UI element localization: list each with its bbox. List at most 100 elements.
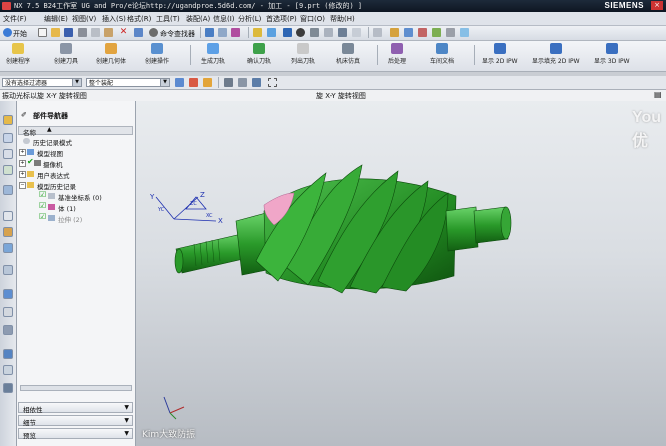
watermark-bottom: Kim大致防振 [142,430,196,440]
edge-display-icon[interactable] [324,28,333,37]
system-materials-tab-icon[interactable] [3,365,13,375]
preview-label: 预览 [23,432,36,440]
standard-toolbar: 开始 ✕ 命令查找器 [0,26,666,41]
generate-toolpath-button[interactable]: 生成刀轨 [201,43,225,65]
selection-mode-icon[interactable] [224,78,233,87]
copy-icon[interactable] [91,28,100,37]
layer-icon[interactable] [231,28,240,37]
shaded-icon[interactable] [296,28,305,37]
horizontal-scrollbar[interactable] [20,385,132,391]
color-icon[interactable] [432,28,441,37]
menu-help[interactable]: 帮助(H) [330,14,355,24]
snap-point-icon[interactable] [189,78,198,87]
dependencies-panel[interactable]: 相依性 ▼ [18,402,133,414]
background-icon[interactable] [352,28,361,37]
manufacturing-wizard-tab-icon[interactable] [3,307,13,317]
assembly-scope-dropdown[interactable]: 整个装配 ▼ [86,78,170,87]
open-folder-icon[interactable] [51,28,60,37]
machine-simulation-button[interactable]: 机床仿真 [336,43,360,65]
rectangle-select-icon[interactable] [268,78,277,87]
shop-docs-button[interactable]: 车间文档 [430,43,454,65]
snapshot-icon[interactable] [446,28,455,37]
system-scenes-tab-icon[interactable] [3,349,13,359]
show-3d-ipw-icon [605,43,618,54]
postprocess-button[interactable]: 后处理 [388,43,406,65]
zoom-icon[interactable] [218,28,227,37]
fit-view-icon[interactable] [205,28,214,37]
name-column-label: 名称 [23,129,36,137]
wireframe-icon[interactable] [310,28,319,37]
constraint-navigator-tab-icon[interactable] [3,149,13,159]
status-menu-icon[interactable]: ▤ [654,90,662,99]
finder-icon[interactable] [149,28,158,37]
menu-assembly[interactable]: 装配(A) [186,14,210,24]
create-operation-button[interactable]: 创建操作 [145,43,169,65]
verify-toolpath-button[interactable]: 确认刀轨 [247,43,271,65]
machine-tool-navigator-tab-icon[interactable] [3,185,13,195]
menu-info[interactable]: 信息(I) [213,14,235,24]
show-3d-ipw-button[interactable]: 显示 3D IPW [594,43,630,65]
assembly-icon[interactable] [390,28,399,37]
history-tab-icon[interactable] [3,265,13,275]
cut-icon[interactable] [78,28,87,37]
type-filter-dropdown[interactable]: 没有选择过滤器 ▼ [2,78,82,87]
show-fill-2d-ipw-button[interactable]: 显示填充 2D IPW [532,43,580,65]
delete-icon[interactable]: ✕ [119,28,128,37]
menu-view[interactable]: 视图(V) [72,14,96,24]
start-button[interactable]: 开始 [13,29,27,39]
menu-window[interactable]: 窗口(O) [300,14,325,24]
select-filter-icon[interactable] [175,78,184,87]
select-box-icon[interactable] [203,78,212,87]
watermark-top: You 优 [632,109,662,150]
hd3d-tools-tab-icon[interactable] [3,227,13,237]
assembly-navigator-tab-icon[interactable] [3,133,13,143]
menu-format[interactable]: 格式(R) [127,14,151,24]
expand-icon[interactable]: + [19,149,26,156]
menu-file[interactable]: 文件(F) [3,14,27,24]
column-header[interactable]: 名称 ▲ [18,126,133,137]
reuse-library-tab-icon[interactable] [3,211,13,221]
close-button[interactable]: × [651,1,663,10]
command-finder-button[interactable]: 命令查找器 [160,29,195,39]
create-tool-button[interactable]: 创建刀具 [54,43,78,65]
graphics-window[interactable]: Y Z X YC ZC XC You 优 Kim大致防振 [136,101,666,446]
preview-panel[interactable]: 预览 ▼ [18,428,133,440]
palette-tab-icon[interactable] [3,383,13,393]
menu-edit[interactable]: 编辑(E) [44,14,68,24]
pin-icon[interactable]: ✐ [21,111,27,119]
help-icon[interactable] [460,28,469,37]
measure-icon[interactable] [418,28,427,37]
process-studio-tab-icon[interactable] [3,289,13,299]
menu-analysis[interactable]: 分析(L) [238,14,261,24]
show-2d-ipw-button[interactable]: 显示 2D IPW [482,43,518,65]
roles-tab-icon[interactable] [3,325,13,335]
clipping-icon[interactable] [338,28,347,37]
expand-icon[interactable]: + [19,171,26,178]
menu-preferences[interactable]: 首选项(P) [266,14,297,24]
point-mode-icon[interactable] [238,78,247,87]
create-program-button[interactable]: 创建程序 [6,43,30,65]
operation-navigator-tab-icon[interactable] [3,165,13,175]
expand-icon[interactable]: + [19,160,26,167]
details-panel[interactable]: 细节 ▼ [18,415,133,427]
new-file-icon[interactable] [38,28,47,37]
part-navigator-tab-icon[interactable] [3,115,13,125]
absolute-triad [163,396,185,420]
render-style-icon[interactable] [283,28,292,37]
curve-rule-icon[interactable] [252,78,261,87]
web-browser-tab-icon[interactable] [3,243,13,253]
save-icon[interactable] [64,28,73,37]
sketch-icon[interactable] [253,28,262,37]
undo-icon[interactable] [134,28,143,37]
machine-simulation-icon [342,43,354,54]
start-icon[interactable] [3,28,12,37]
menu-tools[interactable]: 工具(T) [156,14,180,24]
orient-view-icon[interactable] [267,28,276,37]
create-geometry-button[interactable]: 创建几何体 [96,43,126,65]
menu-insert[interactable]: 插入(S) [102,14,126,24]
view-triad-icon[interactable] [373,28,382,37]
analysis-icon[interactable] [404,28,413,37]
collapse-icon[interactable]: − [19,182,26,189]
list-toolpath-button[interactable]: 列出刀轨 [291,43,315,65]
paste-icon[interactable] [104,28,113,37]
